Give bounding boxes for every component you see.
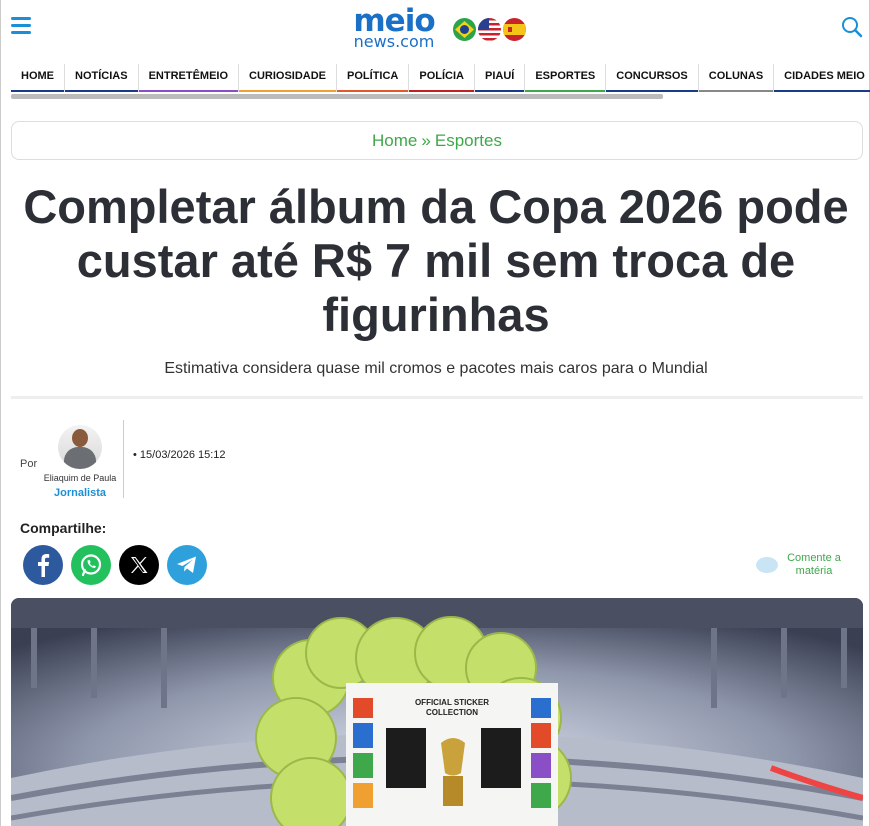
author-role: Jornalista xyxy=(54,487,106,499)
author-divider xyxy=(123,420,124,498)
comment-icon xyxy=(756,557,778,573)
share-label: Compartilhe: xyxy=(20,520,107,536)
search-icon[interactable] xyxy=(841,16,863,38)
breadcrumb-section[interactable]: Esportes xyxy=(435,131,502,150)
facebook-icon[interactable] xyxy=(23,545,63,585)
nav-item-10[interactable]: CIDADES MEIO xyxy=(774,64,870,92)
menu-icon[interactable] xyxy=(11,17,31,35)
usa-flag-icon[interactable] xyxy=(478,18,501,41)
nav-scrollbar[interactable] xyxy=(11,94,663,99)
nav-item-6[interactable]: PIAUÍ xyxy=(475,64,526,92)
nav-item-0[interactable]: HOME xyxy=(11,64,65,92)
hero-image: OFFICIAL STICKER COLLECTION xyxy=(11,598,863,826)
author-name[interactable]: Eliaquim de Paula xyxy=(37,473,123,483)
nav-item-8[interactable]: CONCURSOS xyxy=(606,64,699,92)
nav-item-1[interactable]: NOTÍCIAS xyxy=(65,64,139,92)
nav-item-9[interactable]: COLUNAS xyxy=(698,64,775,92)
breadcrumb: Home» Esportes xyxy=(11,121,863,160)
avatar[interactable] xyxy=(58,425,102,469)
nav-item-7[interactable]: ESPORTES xyxy=(525,64,607,92)
divider xyxy=(11,396,863,399)
nav-item-5[interactable]: POLÍCIA xyxy=(409,64,475,92)
whatsapp-icon[interactable] xyxy=(71,545,111,585)
spain-flag-icon[interactable] xyxy=(503,18,526,41)
x-icon[interactable] xyxy=(119,545,159,585)
brazil-flag-icon[interactable] xyxy=(453,18,476,41)
by-label: Por xyxy=(20,458,38,470)
comment-label: Comente a matéria xyxy=(787,552,841,577)
breadcrumb-home[interactable]: Home xyxy=(372,131,417,150)
album-line2: COLLECTION xyxy=(426,708,478,717)
language-flags xyxy=(453,18,526,41)
comment-link[interactable]: Comente a matéria xyxy=(756,552,856,582)
author-block: Por Eliaquim de Paula Jornalista • 15/03… xyxy=(1,420,301,500)
nav-item-4[interactable]: POLÍTICA xyxy=(337,64,410,92)
telegram-icon[interactable] xyxy=(167,545,207,585)
site-header: meio news.com xyxy=(1,0,870,60)
site-logo[interactable]: meio news.com xyxy=(344,6,444,50)
publish-date: • 15/03/2026 15:12 xyxy=(133,449,226,461)
share-buttons xyxy=(23,545,207,585)
logo-domain: news.com xyxy=(353,32,435,51)
main-nav: HOME NOTÍCIAS ENTRETÊMEIO CURIOSIDADE POLÍTI… xyxy=(1,64,870,92)
article-title: Completar álbum da Copa 2026 pode custar… xyxy=(23,180,849,341)
nav-item-3[interactable]: CURIOSIDADE xyxy=(239,64,338,92)
nav-item-2[interactable]: ENTRETÊMEIO xyxy=(138,64,240,92)
album-line1: OFFICIAL STICKER xyxy=(415,698,489,707)
article-subtitle: Estimativa considera quase mil cromos e … xyxy=(164,360,708,377)
breadcrumb-separator: » xyxy=(421,131,431,150)
